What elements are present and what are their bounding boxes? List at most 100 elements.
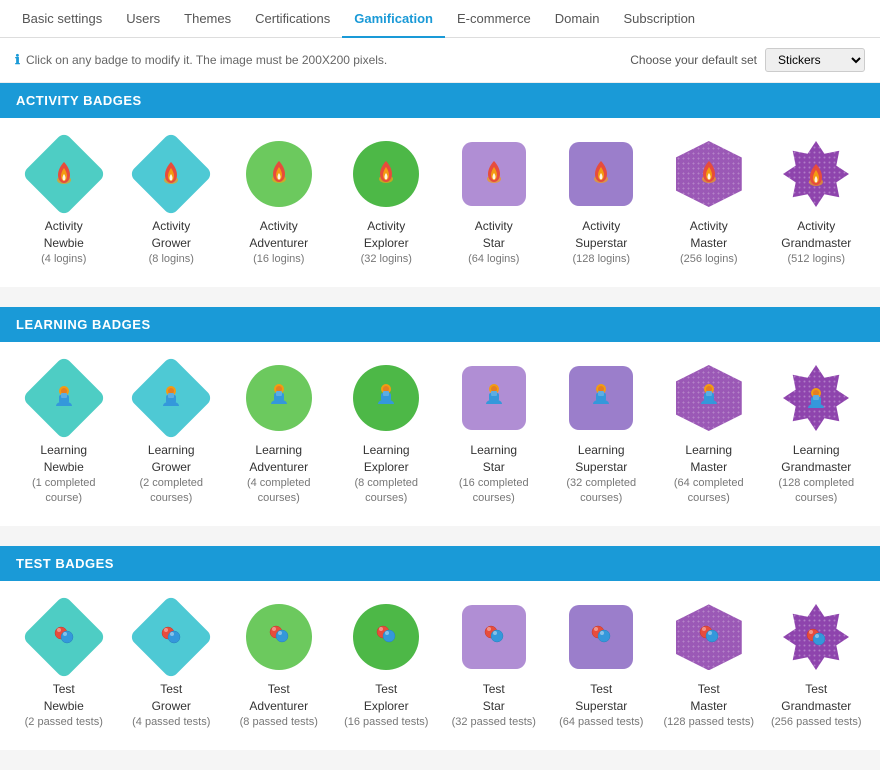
- badge-icon: [372, 620, 400, 655]
- learning-badges-grid: LearningNewbie(1 completed course) Learn…: [0, 342, 880, 526]
- badge-icon-wrap: [243, 138, 315, 210]
- badge-icon: [480, 157, 508, 192]
- info-message: Click on any badge to modify it. The ima…: [26, 53, 387, 67]
- nav-item-domain[interactable]: Domain: [543, 0, 612, 38]
- badge-icon: [587, 620, 615, 655]
- nav-item-themes[interactable]: Themes: [172, 0, 243, 38]
- badge-icon-wrap: [135, 601, 207, 673]
- badge-name-text: LearningExplorer: [336, 442, 436, 476]
- badge-icon: [265, 157, 293, 192]
- badge-label: LearningStar(16 completed courses): [444, 442, 544, 506]
- badge-label: ActivityMaster(256 logins): [680, 218, 737, 267]
- badge-count-text: (64 logins): [468, 252, 519, 267]
- badge-label: TestMaster(128 passed tests): [664, 681, 755, 730]
- badge-item[interactable]: ActivityMaster(256 logins): [659, 138, 759, 267]
- badge-icon-shape: [782, 140, 850, 208]
- badge-icon-wrap: [350, 138, 422, 210]
- badge-item[interactable]: ActivityNewbie(4 logins): [14, 138, 114, 267]
- badge-count-text: (32 completed courses): [551, 476, 651, 507]
- badge-name-text: ActivityMaster: [680, 218, 737, 252]
- badge-item[interactable]: LearningNewbie(1 completed course): [14, 362, 114, 506]
- badge-item[interactable]: TestMaster(128 passed tests): [659, 601, 759, 730]
- badge-item[interactable]: TestExplorer(16 passed tests): [336, 601, 436, 730]
- badge-name-text: ActivityNewbie: [41, 218, 86, 252]
- badge-icon-wrap: [28, 601, 100, 673]
- nav-item-basic-settings[interactable]: Basic settings: [10, 0, 114, 38]
- nav-item-certifications[interactable]: Certifications: [243, 0, 342, 38]
- badge-label: TestStar(32 passed tests): [452, 681, 536, 730]
- badge-icon-wrap: [780, 362, 852, 434]
- badge-item[interactable]: TestStar(32 passed tests): [444, 601, 544, 730]
- badge-item[interactable]: TestAdventurer(8 passed tests): [229, 601, 329, 730]
- badge-name-text: TestStar: [452, 681, 536, 715]
- badge-item[interactable]: ActivityGrower(8 logins): [121, 138, 221, 267]
- badge-item[interactable]: ActivityStar(64 logins): [444, 138, 544, 267]
- badge-item[interactable]: LearningGrower(2 completed courses): [121, 362, 221, 506]
- badge-item[interactable]: ActivityGrandmaster(512 logins): [766, 138, 866, 267]
- badge-count-text: (16 logins): [249, 252, 308, 267]
- badge-item[interactable]: LearningStar(16 completed courses): [444, 362, 544, 506]
- badge-item[interactable]: TestGrandmaster(256 passed tests): [766, 601, 866, 730]
- badge-label: ActivityStar(64 logins): [468, 218, 519, 267]
- badge-label: ActivitySuperstar(128 logins): [573, 218, 630, 267]
- badge-item[interactable]: LearningGrandmaster(128 completed course…: [766, 362, 866, 506]
- nav-item-e-commerce[interactable]: E-commerce: [445, 0, 543, 38]
- badge-name-text: LearningGrower: [121, 442, 221, 476]
- badge-icon-wrap: [673, 601, 745, 673]
- info-bar: ℹ Click on any badge to modify it. The i…: [0, 38, 880, 83]
- default-set-select[interactable]: Stickers: [765, 48, 865, 72]
- badge-label: ActivityAdventurer(16 logins): [249, 218, 308, 267]
- badge-count-text: (128 logins): [573, 252, 630, 267]
- badge-item[interactable]: ActivitySuperstar(128 logins): [551, 138, 651, 267]
- badge-count-text: (512 logins): [781, 252, 851, 267]
- badge-icon: [695, 380, 723, 415]
- badge-item[interactable]: TestSuperstar(64 passed tests): [551, 601, 651, 730]
- badge-name-text: LearningAdventurer: [229, 442, 329, 476]
- badge-count-text: (2 passed tests): [25, 715, 103, 730]
- badge-item[interactable]: TestNewbie(2 passed tests): [14, 601, 114, 730]
- badge-label: ActivityNewbie(4 logins): [41, 218, 86, 267]
- badge-label: LearningGrandmaster(128 completed course…: [766, 442, 866, 506]
- badge-count-text: (8 passed tests): [240, 715, 318, 730]
- badge-name-text: ActivityExplorer: [361, 218, 412, 252]
- badge-count-text: (4 completed courses): [229, 476, 329, 507]
- badge-label: ActivityExplorer(32 logins): [361, 218, 412, 267]
- badge-item[interactable]: LearningMaster(64 completed courses): [659, 362, 759, 506]
- badge-icon-wrap: [458, 362, 530, 434]
- badge-name-text: LearningGrandmaster: [766, 442, 866, 476]
- badge-name-text: TestGrower: [132, 681, 210, 715]
- badge-count-text: (128 passed tests): [664, 715, 755, 730]
- badge-icon: [157, 621, 185, 653]
- badge-count-text: (8 completed courses): [336, 476, 436, 507]
- badge-label: LearningAdventurer(4 completed courses): [229, 442, 329, 506]
- badge-label: ActivityGrandmaster(512 logins): [781, 218, 851, 267]
- badge-name-text: LearningNewbie: [14, 442, 114, 476]
- nav-item-users[interactable]: Users: [114, 0, 172, 38]
- badge-item[interactable]: ActivityAdventurer(16 logins): [229, 138, 329, 267]
- nav-item-gamification[interactable]: Gamification: [342, 0, 445, 38]
- badge-icon-wrap: [780, 138, 852, 210]
- badge-count-text: (128 completed courses): [766, 476, 866, 507]
- nav-item-subscription[interactable]: Subscription: [612, 0, 708, 38]
- badge-icon-wrap: [350, 362, 422, 434]
- badge-label: TestExplorer(16 passed tests): [344, 681, 428, 730]
- badge-icon: [50, 382, 78, 414]
- badge-count-text: (8 logins): [149, 252, 194, 267]
- badge-icon-wrap: [673, 362, 745, 434]
- badge-icon: [695, 620, 723, 655]
- badge-item[interactable]: LearningExplorer(8 completed courses): [336, 362, 436, 506]
- badge-label: TestAdventurer(8 passed tests): [240, 681, 318, 730]
- badge-count-text: (1 completed course): [14, 476, 114, 507]
- badge-icon-shape: [782, 364, 850, 432]
- activity-badges-section: ACTIVITY BADGES ActivityNewbie(4 logins)…: [0, 83, 880, 287]
- badge-item[interactable]: TestGrower(4 passed tests): [121, 601, 221, 730]
- badge-item[interactable]: LearningSuperstar(32 completed courses): [551, 362, 651, 506]
- badge-icon: [372, 380, 400, 415]
- badge-label: TestNewbie(2 passed tests): [25, 681, 103, 730]
- badge-item[interactable]: LearningAdventurer(4 completed courses): [229, 362, 329, 506]
- badge-icon-wrap: [458, 138, 530, 210]
- badge-icon-wrap: [458, 601, 530, 673]
- badge-item[interactable]: ActivityExplorer(32 logins): [336, 138, 436, 267]
- badge-count-text: (64 passed tests): [559, 715, 643, 730]
- info-text-container: ℹ Click on any badge to modify it. The i…: [15, 52, 387, 68]
